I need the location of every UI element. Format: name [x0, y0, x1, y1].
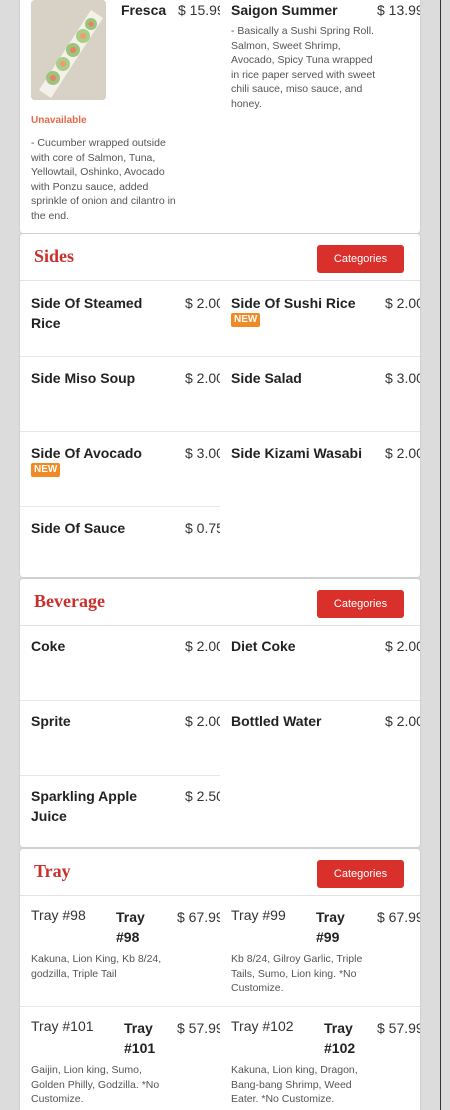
- menu-item[interactable]: Side Of Steamed Rice $ 2.00: [20, 281, 220, 356]
- item-price: $ 57.99: [177, 1020, 220, 1036]
- item-name: Side Kizami Wasabi: [231, 445, 362, 461]
- tray-item[interactable]: Tray #102 Tray #102 $ 57.99 Kakuna, Lion…: [220, 1006, 420, 1110]
- item-name: Tray #99: [316, 909, 345, 945]
- item-price: $ 3.00: [385, 370, 420, 386]
- menu-item[interactable]: Side Miso Soup $ 2.00: [20, 356, 220, 431]
- section-header: Tray Categories: [20, 849, 420, 896]
- item-name: Diet Coke: [231, 638, 296, 654]
- item-name: Side Of Sauce: [31, 520, 126, 536]
- item-name: Sprite: [31, 713, 71, 729]
- item-price: $ 67.99: [377, 909, 420, 925]
- sushi-plate-image: [31, 0, 106, 100]
- item-name: Side Of Sushi Rice: [231, 295, 356, 311]
- item-name: Tray #98: [116, 909, 145, 945]
- menu-page: Fresca $ 15.99 Unavailable - Cucumber wr…: [0, 0, 450, 1110]
- categories-button[interactable]: Categories: [317, 245, 404, 273]
- sides-section: Sides Categories Side Of Steamed Rice $ …: [19, 233, 421, 578]
- item-name: Sparkling Apple Juice: [31, 788, 138, 824]
- section-title: Sides: [34, 246, 75, 266]
- categories-button[interactable]: Categories: [317, 860, 404, 888]
- item-price: $ 3.00: [185, 445, 220, 461]
- tray-item[interactable]: Tray #101 Tray #101 $ 57.99 Gaijin, Lion…: [20, 1006, 220, 1110]
- item-thumbnail[interactable]: [31, 0, 106, 100]
- item-price: $ 0.75: [185, 520, 220, 536]
- item-name: Saigon Summer: [231, 2, 338, 18]
- section-header: Beverage Categories: [20, 579, 420, 626]
- item-price: $ 2.00: [185, 713, 220, 729]
- broken-image-icon[interactable]: Tray #102: [231, 1018, 294, 1034]
- menu-item[interactable]: Diet Coke $ 2.00: [220, 626, 420, 701]
- broken-image-icon[interactable]: Tray #99: [231, 907, 286, 923]
- item-name: Side Salad: [231, 370, 302, 386]
- menu-item-saigon-summer[interactable]: Saigon Summer $ 13.99 - Basically a Sush…: [220, 0, 421, 233]
- menu-item[interactable]: Side Kizami Wasabi $ 2.00: [220, 431, 420, 506]
- item-price: $ 57.99: [377, 1020, 420, 1036]
- item-price: $ 2.00: [385, 295, 420, 311]
- tray-section: Tray Categories Tray #98 Tray #98 $ 67.9…: [19, 848, 421, 1110]
- item-price: $ 2.00: [385, 445, 420, 461]
- menu-item[interactable]: Sparkling Apple Juice $ 2.50: [20, 775, 220, 847]
- item-price: $ 2.00: [185, 370, 220, 386]
- item-description: Kb 8/24, Gilroy Garlic, Triple Tails, Su…: [231, 953, 363, 994]
- item-name: Tray #102: [324, 1020, 356, 1056]
- item-price: $ 2.00: [185, 295, 220, 311]
- item-price: $ 2.50: [185, 788, 220, 804]
- item-price: $ 67.99: [177, 909, 220, 925]
- menu-item[interactable]: Side Salad $ 3.00: [220, 356, 420, 431]
- item-name: Bottled Water: [231, 713, 322, 729]
- unavailable-label: Unavailable: [31, 115, 87, 126]
- item-description: Kakuna, Lion king, Dragon, Bang-bang Shr…: [231, 1064, 358, 1105]
- menu-item[interactable]: Side Of Sushi Rice $ 2.00 NEW: [220, 281, 420, 356]
- top-section-panel: Fresca $ 15.99 Unavailable - Cucumber wr…: [19, 0, 421, 234]
- item-name: Side Miso Soup: [31, 370, 136, 386]
- menu-item[interactable]: Side Of Avocado $ 3.00 NEW: [20, 431, 220, 506]
- menu-item[interactable]: Bottled Water $ 2.00: [220, 700, 420, 775]
- new-badge: NEW: [231, 313, 261, 327]
- item-price: $ 2.00: [385, 713, 420, 729]
- new-badge: NEW: [31, 463, 61, 477]
- section-header: Sides Categories: [20, 234, 420, 281]
- tray-item[interactable]: Tray #98 Tray #98 $ 67.99 Kakuna, Lion K…: [20, 896, 220, 1006]
- menu-item[interactable]: Sprite $ 2.00: [20, 700, 220, 775]
- item-name: Side Of Avocado: [31, 445, 142, 461]
- beverage-section: Beverage Categories Coke $ 2.00 Diet Cok…: [19, 578, 421, 848]
- item-description: - Cucumber wrapped outside with core of …: [31, 137, 176, 222]
- section-title: Beverage: [34, 591, 105, 611]
- item-name: Fresca: [121, 2, 167, 18]
- broken-image-icon[interactable]: Tray #101: [31, 1018, 94, 1034]
- broken-image-icon[interactable]: Tray #98: [31, 907, 86, 923]
- item-description: Kakuna, Lion King, Kb 8/24, godzilla, Tr…: [31, 953, 162, 980]
- section-title: Tray: [34, 861, 71, 881]
- item-price: $ 2.00: [185, 638, 220, 654]
- item-name: Coke: [31, 638, 66, 654]
- item-price: $ 13.99: [377, 2, 421, 18]
- categories-button[interactable]: Categories: [317, 590, 404, 618]
- item-description: Gaijin, Lion king, Sumo, Golden Philly, …: [31, 1064, 160, 1105]
- item-name: Tray #101: [124, 1020, 156, 1056]
- item-name: Side Of Steamed Rice: [31, 295, 143, 331]
- item-price: $ 2.00: [385, 638, 420, 654]
- tray-item[interactable]: Tray #99 Tray #99 $ 67.99 Kb 8/24, Gilro…: [220, 896, 420, 1006]
- viewport-edge: [440, 0, 441, 1110]
- menu-item-fresca[interactable]: Fresca $ 15.99 Unavailable - Cucumber wr…: [20, 0, 220, 233]
- item-description: - Basically a Sushi Spring Roll. Salmon,…: [231, 25, 376, 110]
- menu-item[interactable]: Side Of Sauce $ 0.75: [20, 506, 220, 577]
- menu-item[interactable]: Coke $ 2.00: [20, 626, 220, 701]
- item-price: $ 15.99: [178, 2, 220, 18]
